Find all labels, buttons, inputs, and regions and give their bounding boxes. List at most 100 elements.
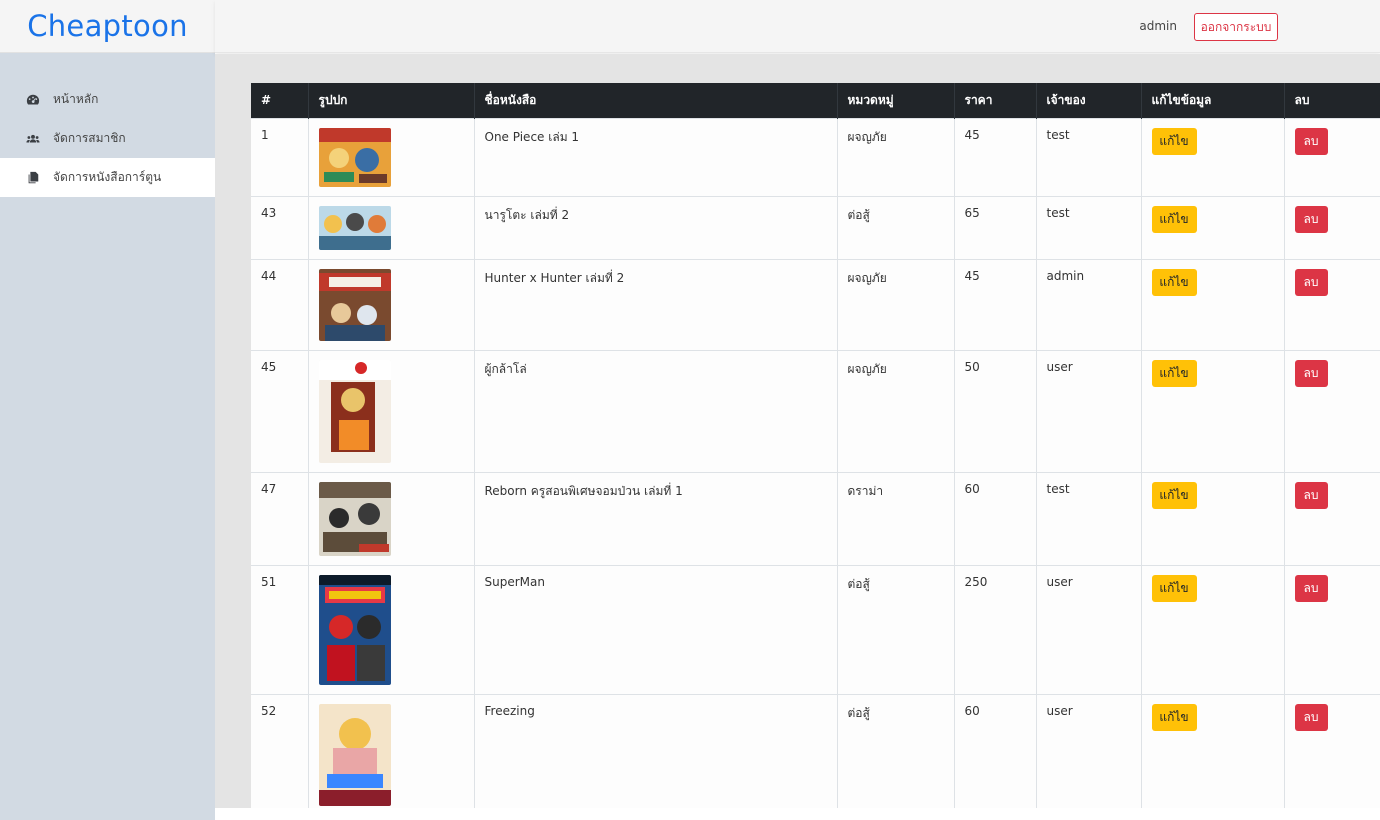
comic-cover-image — [318, 268, 391, 341]
delete-button[interactable]: ลบ — [1294, 359, 1328, 387]
cell-price: 60 — [954, 471, 1037, 565]
table-row: 1 One Piece เล่ม 1 ผจญภัย 45 test แก้ไข … — [251, 117, 1380, 196]
logout-button[interactable]: ออกจากระบบ — [1194, 13, 1278, 41]
cell-id: 43 — [251, 195, 309, 259]
sidebar: Cheaptoon หน้าหลัก จัดการสมาชิก จัดการหน… — [0, 0, 215, 820]
cell-category: ผจญภัย — [837, 258, 955, 350]
header-category: หมวดหมู่ — [837, 83, 955, 118]
cell-owner: user — [1036, 349, 1142, 472]
cell-cover — [308, 471, 475, 565]
sidebar-item-label: หน้าหลัก — [53, 92, 99, 106]
table-row: 43 นารูโตะ เล่มที่ 2 ต่อสู้ 65 test แก้ไ… — [251, 195, 1380, 259]
cell-price: 45 — [954, 258, 1037, 350]
sidebar-item-home[interactable]: หน้าหลัก — [0, 80, 215, 119]
cell-owner: test — [1036, 117, 1142, 196]
table-row: 45 ผู้กล้าโล่ ผจญภัย 50 user แก้ไข ลบ — [251, 349, 1380, 472]
cell-edit: แก้ไข — [1141, 195, 1285, 259]
cell-edit: แก้ไข — [1141, 258, 1285, 350]
cell-owner: user — [1036, 564, 1142, 694]
cell-edit: แก้ไข — [1141, 564, 1285, 694]
cell-id: 1 — [251, 117, 309, 196]
cell-cover — [308, 349, 475, 472]
cell-edit: แก้ไข — [1141, 471, 1285, 565]
header-edit: แก้ไขข้อมูล — [1141, 83, 1285, 118]
edit-button[interactable]: แก้ไข — [1151, 359, 1197, 387]
cell-category: ดราม่า — [837, 471, 955, 565]
cell-owner: admin — [1036, 258, 1142, 350]
edit-button[interactable]: แก้ไข — [1151, 574, 1197, 602]
header-delete: ลบ — [1294, 92, 1310, 107]
cell-price: 65 — [954, 195, 1037, 259]
delete-button[interactable]: ลบ — [1294, 703, 1328, 731]
current-user: admin — [1139, 19, 1177, 33]
header-id: # — [251, 83, 309, 118]
delete-button[interactable]: ลบ — [1294, 205, 1328, 233]
cell-id: 52 — [251, 693, 309, 815]
comic-cover-image — [318, 359, 391, 463]
cell-cover — [308, 693, 475, 815]
cell-delete: ลบ — [1284, 471, 1380, 565]
table-row: 52 Freezing ต่อสู้ 60 user แก้ไข ลบ — [251, 693, 1380, 815]
cell-title: SuperMan — [474, 564, 838, 694]
cell-id: 51 — [251, 564, 309, 694]
table-row: 44 Hunter x Hunter เล่มที่ 2 ผจญภัย 45 a… — [251, 258, 1380, 350]
cell-category: ผจญภัย — [837, 349, 955, 472]
table-row: 51 SuperMan ต่อสู้ 250 user แก้ไข ลบ — [251, 564, 1380, 694]
sidebar-item-label: จัดการสมาชิก — [53, 131, 126, 145]
cell-delete: ลบ — [1284, 258, 1380, 350]
cell-price: 45 — [954, 117, 1037, 196]
edit-button[interactable]: แก้ไข — [1151, 205, 1197, 233]
comics-table: # รูปปก ชื่อหนังสือ หมวดหมู่ ราคา เจ้าขอ… — [251, 83, 1380, 815]
cell-id: 45 — [251, 349, 309, 472]
cell-id: 44 — [251, 258, 309, 350]
edit-button[interactable]: แก้ไข — [1151, 703, 1197, 731]
top-bar: admin ออกจากระบบ — [215, 0, 1380, 53]
brand-logo[interactable]: Cheaptoon — [0, 0, 215, 53]
cell-edit: แก้ไข — [1141, 349, 1285, 472]
cell-delete: ลบ — [1284, 693, 1380, 815]
delete-button[interactable]: ลบ — [1294, 127, 1328, 155]
header-title: ชื่อหนังสือ — [474, 83, 838, 118]
cell-category: ต่อสู้ — [837, 564, 955, 694]
cell-price: 50 — [954, 349, 1037, 472]
table-row: 47 Reborn ครูสอนพิเศษจอมป่วน เล่มที่ 1 ด… — [251, 471, 1380, 565]
header-cover: รูปปก — [308, 83, 475, 118]
cell-cover — [308, 258, 475, 350]
comic-cover-image — [318, 205, 391, 250]
sidebar-menu: หน้าหลัก จัดการสมาชิก จัดการหนังสือการ์ต… — [0, 80, 215, 197]
sidebar-item-label: จัดการหนังสือการ์ตูน — [53, 170, 162, 184]
cell-delete: ลบ — [1284, 195, 1380, 259]
header-price: ราคา — [954, 83, 1037, 118]
sidebar-item-members[interactable]: จัดการสมาชิก — [0, 119, 215, 158]
delete-button[interactable]: ลบ — [1294, 481, 1328, 509]
cell-owner: test — [1036, 471, 1142, 565]
delete-button[interactable]: ลบ — [1294, 268, 1328, 296]
cell-category: ผจญภัย — [837, 117, 955, 196]
cell-title: One Piece เล่ม 1 — [474, 117, 838, 196]
brand-name[interactable]: Cheaptoon — [27, 9, 188, 43]
cell-delete: ลบ — [1284, 349, 1380, 472]
cell-cover — [308, 195, 475, 259]
edit-button[interactable]: แก้ไข — [1151, 127, 1197, 155]
sidebar-item-comics[interactable]: จัดการหนังสือการ์ตูน — [0, 158, 215, 197]
cell-price: 250 — [954, 564, 1037, 694]
cell-delete: ลบ — [1284, 117, 1380, 196]
cell-title: ผู้กล้าโล่ — [474, 349, 838, 472]
cell-cover — [308, 564, 475, 694]
dashboard-icon — [25, 92, 41, 108]
delete-button[interactable]: ลบ — [1294, 574, 1328, 602]
cell-cover — [308, 117, 475, 196]
comic-cover-image — [318, 481, 391, 556]
comic-cover-image — [318, 574, 391, 685]
cell-price: 60 — [954, 693, 1037, 815]
copy-icon — [25, 170, 41, 186]
cell-id: 47 — [251, 471, 309, 565]
comics-table-container: # รูปปก ชื่อหนังสือ หมวดหมู่ ราคา เจ้าขอ… — [251, 83, 1380, 815]
cell-category: ต่อสู้ — [837, 693, 955, 815]
header-owner: เจ้าของ — [1036, 83, 1142, 118]
cell-edit: แก้ไข — [1141, 117, 1285, 196]
edit-button[interactable]: แก้ไข — [1151, 481, 1197, 509]
comic-cover-image — [318, 127, 391, 187]
edit-button[interactable]: แก้ไข — [1151, 268, 1197, 296]
cell-delete: ลบ — [1284, 564, 1380, 694]
